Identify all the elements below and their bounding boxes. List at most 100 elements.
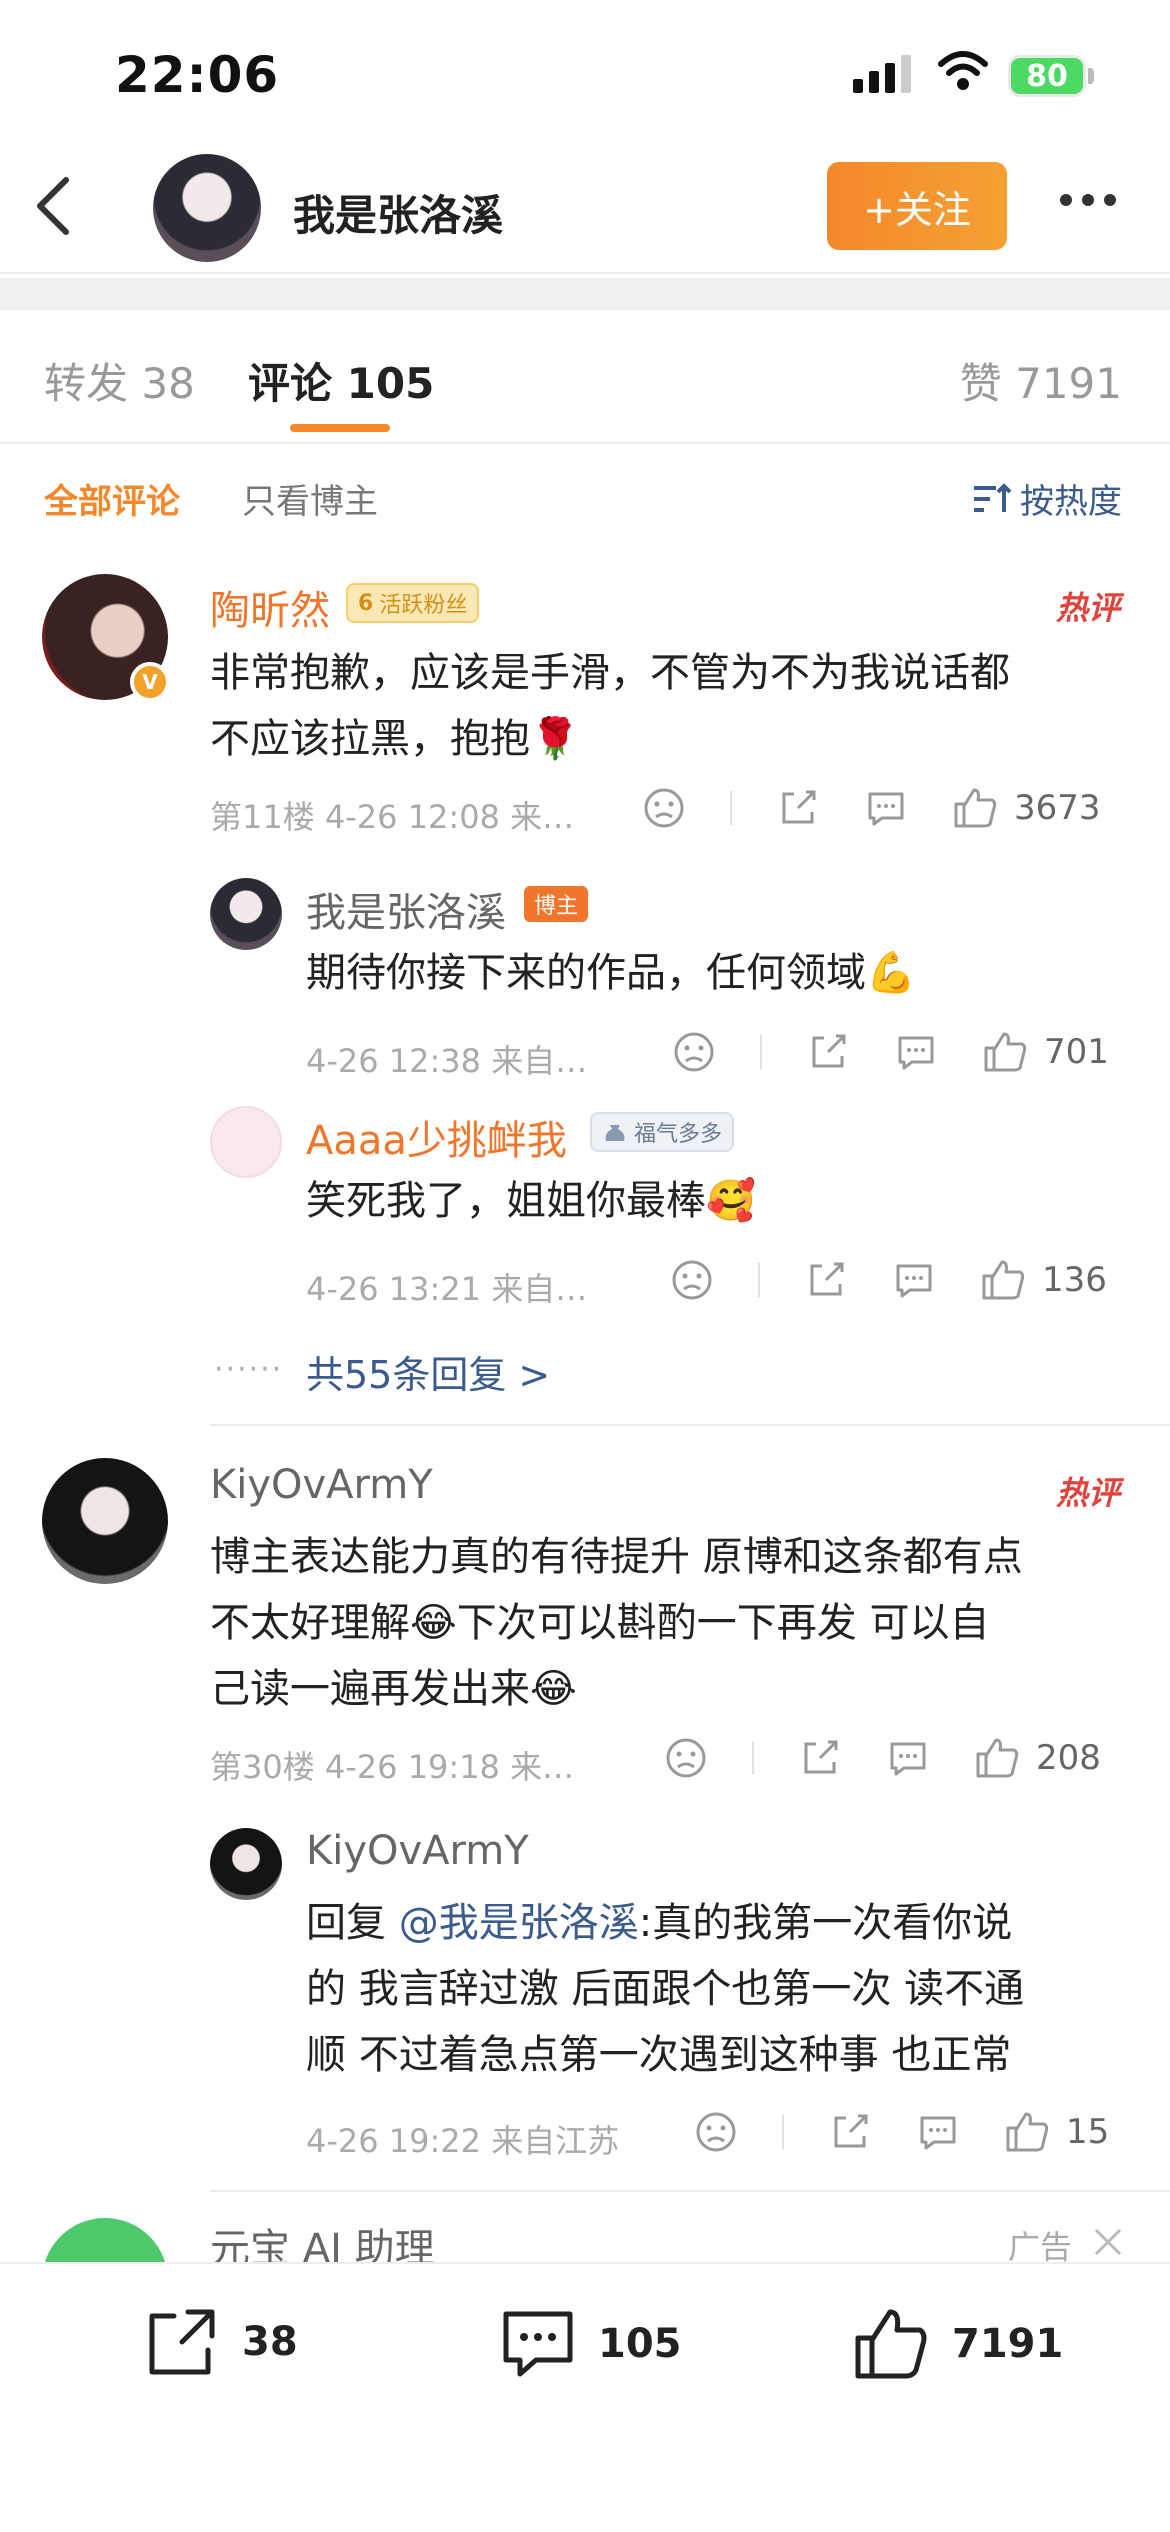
tab-comment[interactable]: 评论 105: [248, 350, 434, 411]
reply-meta: 4-26 19:22 来自江苏: [306, 2122, 620, 2160]
fortune-badge: 福气多多: [590, 1112, 735, 1152]
verified-badge-icon: V: [130, 662, 170, 702]
comment-icon: [503, 2311, 573, 2377]
back-arrow-icon[interactable]: [34, 176, 74, 236]
tab-likes[interactable]: 赞 7191: [960, 350, 1122, 411]
reply-icon[interactable]: [892, 1258, 936, 1302]
share-icon[interactable]: [776, 786, 820, 830]
hot-comment-badge: 热评: [1055, 1474, 1120, 1512]
comment-author[interactable]: 陶昕然: [210, 578, 330, 636]
thumb-up-icon: [982, 1260, 1025, 1300]
comment-actions: 3673: [642, 786, 1101, 830]
view-more-replies-link[interactable]: 共55条回复 >: [306, 1344, 550, 1399]
comment-text-line: 不太好理解😂下次可以斟酌一下再发 可以自: [210, 1600, 990, 1646]
reply-text-line: 回复 @我是张洛溪:真的我第一次看你说: [306, 1900, 1013, 1946]
comment-avatar[interactable]: [42, 1458, 168, 1584]
reply-actions: 15: [694, 2110, 1109, 2154]
sort-by-popularity[interactable]: 按热度: [972, 474, 1122, 523]
replies-dots: ······: [214, 1352, 284, 1387]
action-divider: [782, 2115, 784, 2149]
wifi-icon: [938, 51, 988, 90]
tab-repost[interactable]: 转发 38: [44, 350, 195, 411]
repost-icon: [149, 2309, 215, 2375]
reply-text-line: 的 我言辞过激 后面跟个也第一次 读不通: [306, 1966, 1025, 2012]
share-icon[interactable]: [828, 2110, 872, 2154]
share-icon[interactable]: [806, 1030, 850, 1074]
comment-text-line: 博主表达能力真的有待提升 原博和这条都有点: [210, 1534, 1023, 1580]
reply-avatar[interactable]: [210, 878, 282, 950]
comment-actions: 208: [664, 1736, 1101, 1780]
reply-actions: 136: [670, 1258, 1107, 1302]
section-band: [0, 278, 1170, 310]
reply-author[interactable]: KiyOvArmY: [306, 1828, 529, 1874]
battery-indicator: 80: [1008, 55, 1086, 97]
more-options-icon[interactable]: [1060, 194, 1116, 206]
comment-meta: 第30楼 4-26 19:18 来…: [210, 1748, 575, 1786]
like-button[interactable]: 3673: [952, 786, 1101, 830]
reply-icon[interactable]: [894, 1030, 938, 1074]
reply-icon[interactable]: [886, 1736, 930, 1780]
like-count: 15: [1066, 2112, 1110, 2152]
page-title: 我是张洛溪: [293, 191, 504, 240]
dislike-face-icon[interactable]: [642, 786, 686, 830]
share-icon[interactable]: [804, 1258, 848, 1302]
cellular-signal-icon: [853, 55, 911, 93]
reply-text: 笑死我了，姐姐你最棒🥰: [306, 1178, 756, 1224]
comment-text-line: 己读一遍再发出来😂: [210, 1666, 577, 1712]
bottom-like-button[interactable]: 7191: [852, 2306, 1063, 2382]
reply-author[interactable]: Aaaa少挑衅我: [306, 1108, 567, 1166]
like-button[interactable]: 15: [1004, 2110, 1109, 2154]
fan-badge: 6 活跃粉丝: [346, 583, 480, 623]
dislike-face-icon[interactable]: [670, 1258, 714, 1302]
filter-blogger-only[interactable]: 只看博主: [242, 474, 378, 523]
mention-link[interactable]: @我是张洛溪: [399, 1900, 639, 1946]
action-divider: [760, 1035, 762, 1069]
status-time: 22:06: [115, 46, 280, 104]
hot-comment-badge: 热评: [1055, 589, 1120, 627]
blogger-avatar[interactable]: [153, 154, 261, 262]
comment-divider: [210, 1424, 1170, 1426]
filter-all-comments[interactable]: 全部评论: [44, 474, 180, 523]
like-button[interactable]: 701: [982, 1030, 1109, 1074]
thumb-up-icon: [976, 1738, 1019, 1778]
share-icon[interactable]: [798, 1736, 842, 1780]
action-divider: [730, 791, 732, 825]
dislike-face-icon[interactable]: [672, 1030, 716, 1074]
reply-avatar[interactable]: [210, 1828, 282, 1900]
like-button[interactable]: 136: [980, 1258, 1107, 1302]
follow-button[interactable]: +关注: [827, 162, 1007, 250]
like-count: 701: [1044, 1032, 1109, 1072]
reply-avatar[interactable]: [210, 1106, 282, 1178]
like-count: 3673: [1014, 788, 1101, 828]
reply-icon[interactable]: [916, 2110, 960, 2154]
comment-text-line: 不应该拉黑，抱抱🌹: [210, 716, 580, 762]
reply-author[interactable]: 我是张洛溪: [306, 880, 506, 938]
thumb-up-icon: [1006, 2112, 1049, 2152]
dislike-face-icon[interactable]: [694, 2110, 738, 2154]
blogger-badge: 博主: [524, 886, 589, 922]
reply-text: 期待你接下来的作品，任何领域💪: [306, 950, 916, 996]
like-button[interactable]: 208: [974, 1736, 1101, 1780]
reply-actions: 701: [672, 1030, 1109, 1074]
action-divider: [758, 1263, 760, 1297]
reply-text-line: 顺 不过着急点第一次遇到这种事 也正常: [306, 2032, 1012, 2078]
lucky-bag-icon: [605, 1125, 625, 1141]
comment-divider: [210, 2190, 1170, 2192]
bottom-comment-button[interactable]: 105: [500, 2306, 682, 2382]
thumb-up-icon: [954, 788, 997, 828]
close-ad-icon[interactable]: [1092, 2226, 1124, 2258]
header-divider: [0, 272, 1170, 274]
thumb-up-icon: [984, 1032, 1027, 1072]
bottom-repost-button[interactable]: 38: [144, 2306, 298, 2378]
dislike-face-icon[interactable]: [664, 1736, 708, 1780]
comment-text-line: 非常抱歉，应该是手滑，不管为不为我说话都: [210, 650, 1010, 696]
action-divider: [752, 1741, 754, 1775]
reply-meta: 4-26 12:38 来自…: [306, 1042, 588, 1080]
comment-author[interactable]: KiyOvArmY: [210, 1462, 433, 1508]
reply-icon[interactable]: [864, 786, 908, 830]
bottom-action-bar: [0, 2262, 1170, 2532]
thumb-up-icon: [855, 2309, 927, 2379]
like-count: 136: [1042, 1260, 1107, 1300]
battery-tip: [1088, 68, 1094, 84]
active-tab-indicator: [290, 424, 390, 432]
